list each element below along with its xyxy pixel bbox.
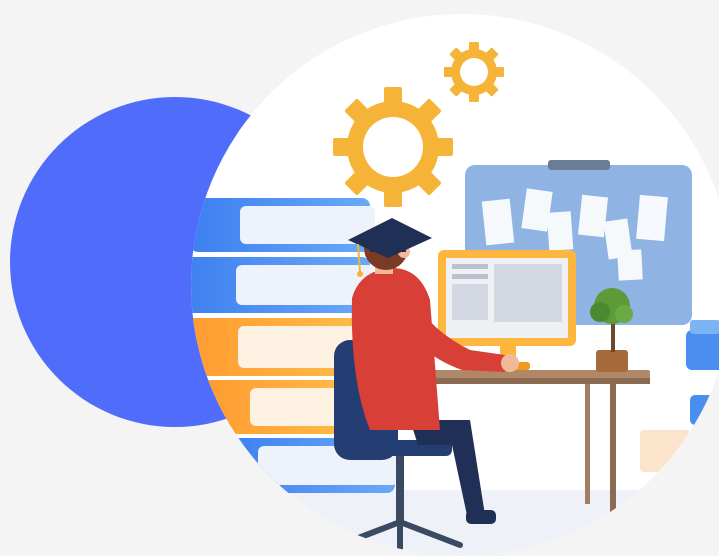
large-gear-icon [333,87,453,207]
small-gear-icon [444,42,504,102]
illustration-stage [0,0,719,556]
online-learning-illustration [0,0,719,556]
